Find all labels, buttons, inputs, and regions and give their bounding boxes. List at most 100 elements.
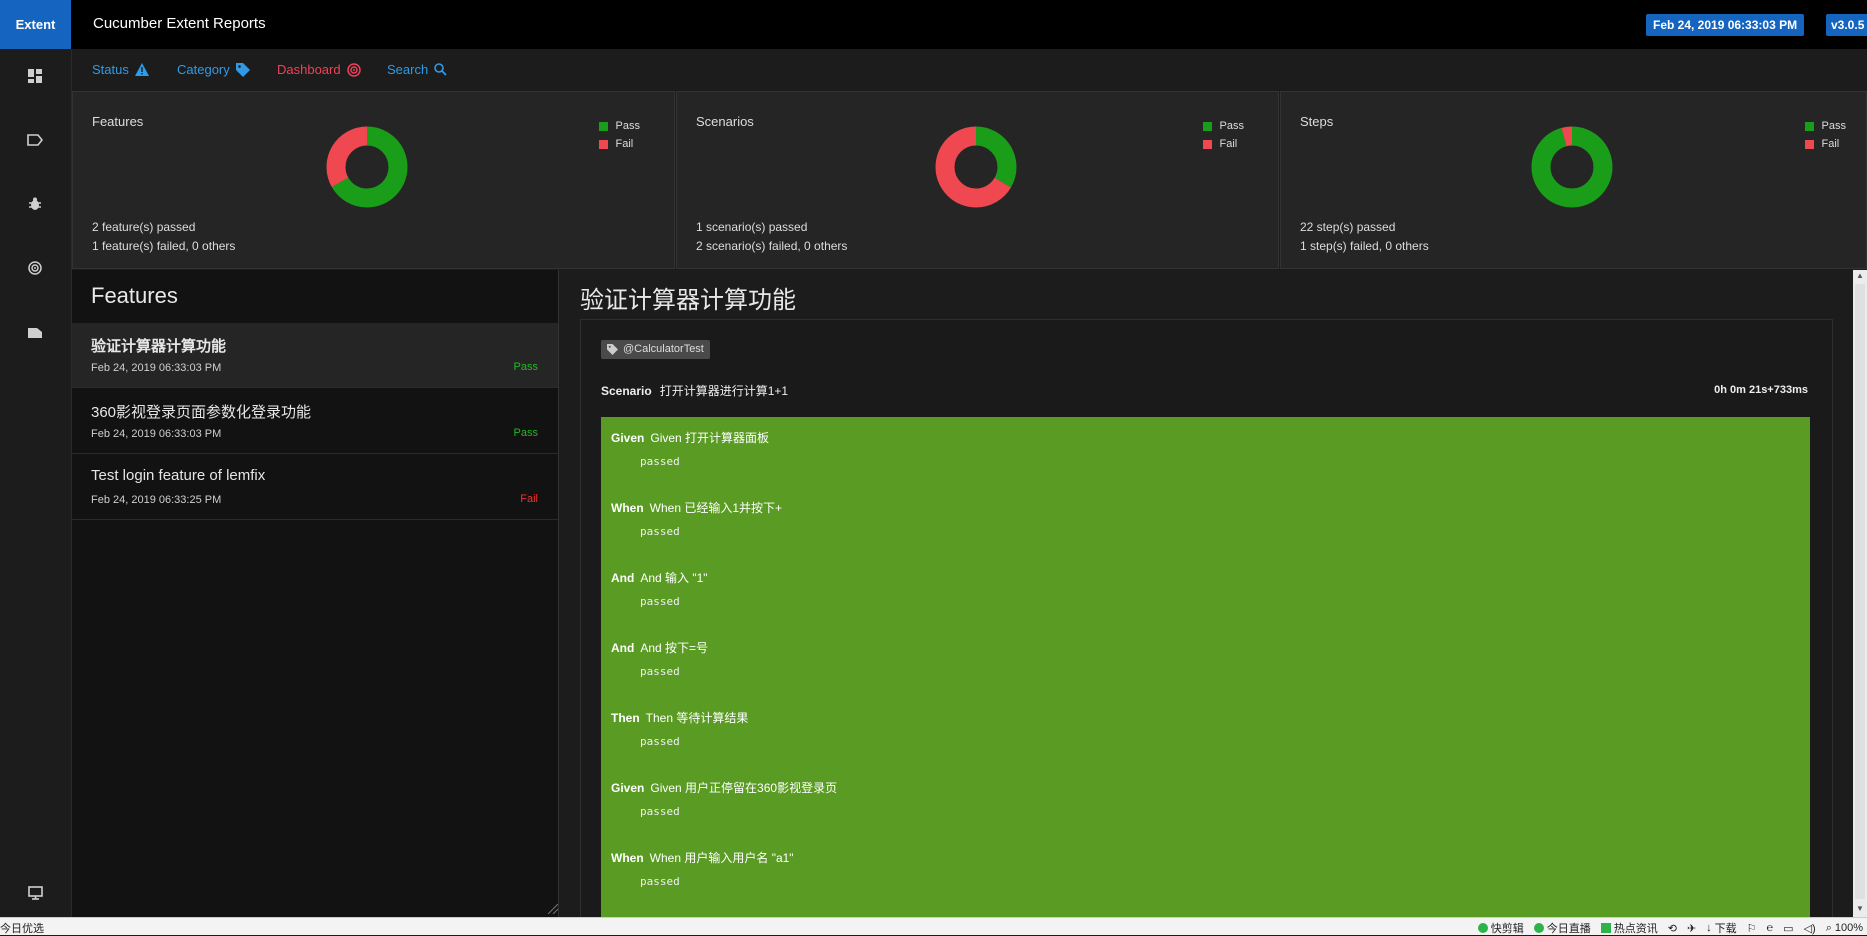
dashboard-nav-label: Dashboard <box>277 62 341 77</box>
refresh-icon[interactable]: ⟲ <box>1668 922 1677 935</box>
flag-icon[interactable]: ⚐ <box>1747 922 1757 935</box>
failed-count: 2 scenario(s) failed, 0 others <box>696 239 848 253</box>
step-keyword: When <box>611 851 644 865</box>
window-icon[interactable]: ▭ <box>1783 922 1793 935</box>
step-keyword: Given <box>611 781 645 795</box>
step-text: And 按下=号 <box>640 641 709 655</box>
step-keyword: And <box>611 641 635 655</box>
step-item: And And 按下=号 passed <box>611 639 1791 678</box>
brand-logo[interactable]: Extent <box>0 0 71 49</box>
browser-icon[interactable]: ℮ <box>1767 922 1774 934</box>
card-icon[interactable] <box>25 322 45 342</box>
scroll-up-icon[interactable]: ▲ <box>1856 271 1864 280</box>
status-left-text[interactable]: 今日优选 <box>0 920 44 936</box>
step-status: passed <box>640 455 680 468</box>
feature-name: Test login feature of lemfix <box>91 467 266 484</box>
scenarios-card: Scenarios Pass Fail 1 scenario(s) passed… <box>676 91 1279 269</box>
step-text: Given 用户正停留在360影视登录页 <box>650 781 838 795</box>
feature-status: Fail <box>520 493 538 505</box>
browser-status-bar: 今日优选 快剪辑 今日直播 热点资讯 ⟲ ✈ ↓ 下载 ⚐ ℮ ▭ ◁) ⌕ 100… <box>0 917 1867 935</box>
search-nav-link[interactable]: Search <box>387 62 447 77</box>
step-item: And And 输入 "1" passed <box>611 569 1791 608</box>
feature-list-item[interactable]: 验证计算器计算功能 Feb 24, 2019 06:33:03 PM Pass <box>72 323 558 388</box>
fail-swatch <box>1202 139 1212 149</box>
report-date-badge: Feb 24, 2019 06:33:03 PM <box>1646 14 1805 36</box>
scroll-down-icon[interactable]: ▼ <box>1856 904 1864 913</box>
top-bar: Extent Cucumber Extent Reports Feb 24, 2… <box>0 0 1867 49</box>
status-item[interactable]: 热点资讯 <box>1600 920 1658 936</box>
feature-time: Feb 24, 2019 06:33:25 PM <box>91 494 222 506</box>
feature-list-item[interactable]: Test login feature of lemfix Feb 24, 201… <box>72 455 558 520</box>
fail-swatch <box>598 139 608 149</box>
card-title: Features <box>92 114 144 129</box>
status-item-label: 热点资讯 <box>1613 923 1658 935</box>
rocket-icon[interactable]: ✈ <box>1687 922 1696 935</box>
step-keyword: And <box>611 571 635 585</box>
status-item-label: 下载 <box>1714 923 1737 935</box>
status-item[interactable]: 快剪辑 <box>1477 920 1524 936</box>
bug-icon[interactable] <box>25 194 45 214</box>
features-card: Features Pass Fail 2 feature(s) passed 1… <box>72 91 675 269</box>
warning-icon <box>134 63 149 76</box>
step-status: passed <box>640 875 680 888</box>
step-keyword: Given <box>611 431 645 445</box>
chart-legend: Pass Fail <box>598 117 640 153</box>
step-status: passed <box>640 525 680 538</box>
pass-swatch <box>1804 121 1814 131</box>
feature-time: Feb 24, 2019 06:33:03 PM <box>91 362 222 374</box>
left-nav <box>0 49 72 917</box>
status-item[interactable]: ⌕ 100% <box>1826 922 1863 935</box>
features-list-title: Features <box>91 283 178 308</box>
step-keyword: When <box>611 501 644 515</box>
chart-legend: Pass Fail <box>1804 117 1846 153</box>
status-item[interactable]: ↓ 下载 <box>1706 920 1737 936</box>
legend-pass: Pass <box>615 120 640 132</box>
play-icon <box>1533 923 1544 933</box>
tag-label: @CalculatorTest <box>623 343 704 355</box>
scrollbar-thumb[interactable] <box>1855 284 1865 899</box>
status-item-label: 100% <box>1834 922 1863 934</box>
scenario-keyword: Scenario <box>601 384 652 398</box>
report-title: Cucumber Extent Reports <box>93 15 266 32</box>
status-nav-link[interactable]: Status <box>92 62 149 77</box>
volume-icon[interactable]: ◁) <box>1804 922 1816 935</box>
dashboard-icon[interactable] <box>25 66 45 86</box>
step-text: Given 打开计算器面板 <box>650 431 770 445</box>
legend-pass: Pass <box>1821 120 1846 132</box>
dashboard-nav-link[interactable]: Dashboard <box>277 62 361 77</box>
tag-icon <box>607 344 618 355</box>
vertical-scrollbar[interactable]: ▲ ▼ <box>1853 270 1867 917</box>
status-item[interactable]: 今日直播 <box>1533 920 1591 936</box>
step-item: When When 已经输入1并按下+ passed <box>611 499 1791 538</box>
step-text: Then 等待计算结果 <box>645 711 749 725</box>
category-tag[interactable]: @CalculatorTest <box>601 340 710 359</box>
steps-donut-chart <box>1531 126 1613 208</box>
features-list-panel: Features 验证计算器计算功能 Feb 24, 2019 06:33:03… <box>72 270 559 917</box>
step-text: And 输入 "1" <box>640 571 708 585</box>
scenarios-donut-chart <box>935 126 1017 208</box>
monitor-icon[interactable] <box>25 883 45 903</box>
status-nav-label: Status <box>92 62 129 77</box>
steps-list: Given Given 打开计算器面板 passed When When 已经输入1… <box>601 417 1810 917</box>
tag-icon[interactable] <box>25 130 45 150</box>
pass-swatch <box>598 121 608 131</box>
step-keyword: Then <box>611 711 640 725</box>
zoom-icon: ⌕ <box>1825 921 1832 934</box>
search-icon <box>434 63 447 76</box>
feature-status: Pass <box>513 427 538 439</box>
card-title: Steps <box>1300 114 1334 129</box>
features-donut-chart <box>326 126 408 208</box>
legend-fail: Fail <box>1821 138 1840 150</box>
feature-list-item[interactable]: 360影视登录页面参数化登录功能 Feb 24, 2019 06:33:03 P… <box>72 389 558 454</box>
legend-pass: Pass <box>1219 120 1244 132</box>
step-item: Given Given 用户正停留在360影视登录页 passed <box>611 779 1791 818</box>
radar-icon[interactable] <box>25 258 45 278</box>
legend-fail: Fail <box>1219 138 1238 150</box>
resize-handle-icon[interactable] <box>548 904 558 914</box>
step-text: When 用户输入用户名 "a1" <box>649 851 794 865</box>
scenario-header[interactable]: Scenario 打开计算器进行计算1+1 <box>601 382 788 399</box>
passed-count: 22 step(s) passed <box>1300 220 1396 234</box>
feature-detail-title: 验证计算器计算功能 <box>580 287 796 314</box>
pass-swatch <box>1202 121 1212 131</box>
category-nav-link[interactable]: Category <box>177 62 250 77</box>
